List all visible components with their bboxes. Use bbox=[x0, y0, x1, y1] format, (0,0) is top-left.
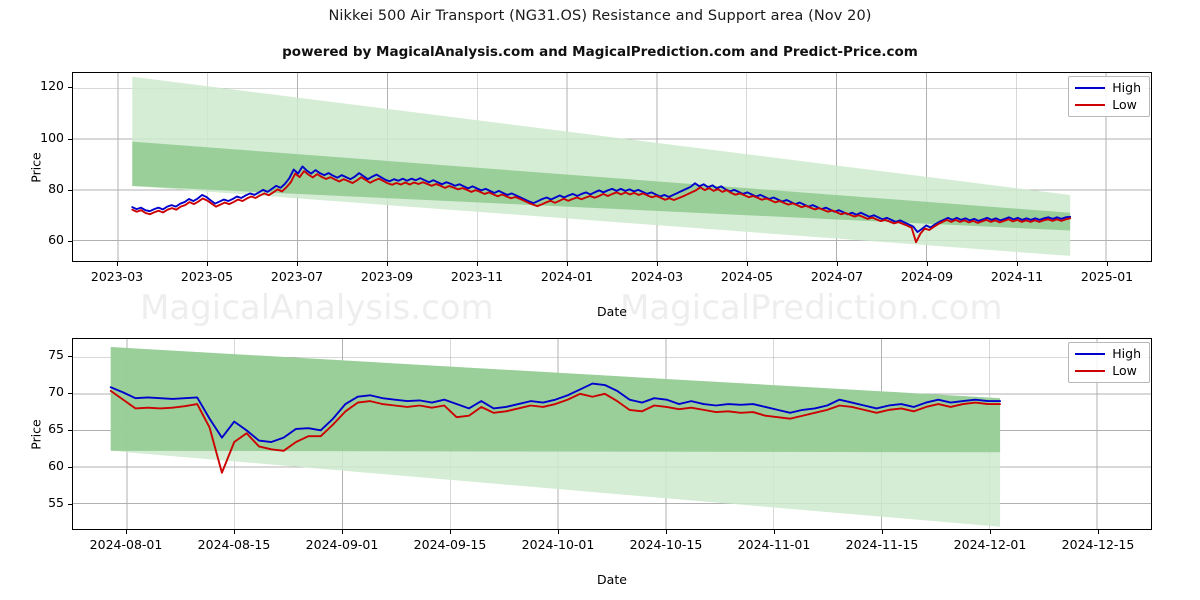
y-tick-label: 60 bbox=[48, 458, 64, 474]
x-tick-mark bbox=[234, 530, 235, 534]
chart-figure: Nikkei 500 Air Transport (NG31.OS) Resis… bbox=[0, 0, 1200, 600]
recent-plot-svg bbox=[73, 339, 1151, 529]
overview-plot-area bbox=[72, 72, 1152, 262]
recent-x-axis-label: Date bbox=[597, 572, 627, 587]
y-tick-label: 55 bbox=[48, 495, 64, 511]
overview-legend: High Low bbox=[1068, 76, 1150, 117]
y-tick-mark bbox=[68, 467, 72, 469]
legend-swatch-low bbox=[1075, 103, 1106, 106]
x-tick-mark bbox=[657, 262, 658, 266]
y-tick-mark bbox=[68, 138, 72, 140]
recent-plot-area bbox=[72, 338, 1152, 530]
x-tick-label: 2024-10-15 bbox=[629, 537, 703, 552]
y-tick-mark bbox=[68, 190, 72, 192]
y-tick-label: 65 bbox=[48, 421, 64, 437]
overview-chart-panel: High Low bbox=[72, 72, 1152, 262]
y-tick-mark bbox=[68, 504, 72, 506]
y-tick-mark bbox=[68, 87, 72, 89]
y-tick-label: 100 bbox=[40, 129, 64, 145]
x-tick-mark bbox=[927, 262, 928, 266]
x-tick-label: 2024-08-01 bbox=[89, 537, 163, 552]
x-tick-mark bbox=[990, 530, 991, 534]
legend-item-high[interactable]: High bbox=[1075, 346, 1141, 361]
x-tick-mark bbox=[1098, 530, 1099, 534]
x-tick-mark bbox=[774, 530, 775, 534]
y-tick-mark bbox=[68, 241, 72, 243]
overview-plot-svg bbox=[73, 73, 1151, 261]
x-tick-mark bbox=[567, 262, 568, 266]
x-tick-mark bbox=[297, 262, 298, 266]
page-title: Nikkei 500 Air Transport (NG31.OS) Resis… bbox=[328, 8, 872, 24]
x-tick-label: 2024-11-15 bbox=[845, 537, 919, 552]
x-tick-label: 2024-08-15 bbox=[197, 537, 271, 552]
x-tick-label: 2024-09-01 bbox=[305, 537, 379, 552]
x-tick-mark bbox=[558, 530, 559, 534]
y-tick-label: 80 bbox=[48, 181, 64, 197]
x-tick-label: 2024-12-15 bbox=[1061, 537, 1135, 552]
recent-legend: High Low bbox=[1068, 342, 1150, 383]
watermark-text: MagicalAnalysis.com bbox=[140, 288, 494, 328]
x-tick-mark bbox=[126, 530, 127, 534]
legend-swatch-low bbox=[1075, 369, 1106, 372]
x-tick-mark bbox=[1017, 262, 1018, 266]
x-tick-mark bbox=[837, 262, 838, 266]
legend-swatch-high bbox=[1075, 353, 1106, 356]
x-tick-mark bbox=[747, 262, 748, 266]
x-tick-label: 2024-09 bbox=[900, 269, 954, 284]
x-tick-mark bbox=[387, 262, 388, 266]
recent-chart-panel: High Low bbox=[72, 338, 1152, 530]
page-subtitle: powered by MagicalAnalysis.com and Magic… bbox=[282, 44, 918, 60]
legend-label-high: High bbox=[1112, 80, 1141, 95]
x-tick-label: 2024-12-01 bbox=[953, 537, 1027, 552]
x-tick-label: 2023-05 bbox=[180, 269, 234, 284]
x-tick-label: 2025-01 bbox=[1080, 269, 1134, 284]
legend-label-low: Low bbox=[1112, 96, 1137, 112]
legend-item-high[interactable]: High bbox=[1075, 80, 1141, 95]
x-tick-label: 2023-03 bbox=[90, 269, 144, 284]
x-tick-mark bbox=[207, 262, 208, 266]
x-tick-label: 2024-11-01 bbox=[737, 537, 811, 552]
x-tick-mark bbox=[882, 530, 883, 534]
x-tick-label: 2024-03 bbox=[630, 269, 684, 284]
legend-swatch-high bbox=[1075, 87, 1106, 90]
x-tick-label: 2024-09-15 bbox=[413, 537, 487, 552]
y-tick-label: 120 bbox=[40, 78, 64, 94]
legend-label-low: Low bbox=[1112, 362, 1137, 378]
x-tick-label: 2024-11 bbox=[990, 269, 1044, 284]
x-tick-label: 2024-07 bbox=[810, 269, 864, 284]
x-tick-mark bbox=[477, 262, 478, 266]
x-tick-label: 2024-05 bbox=[720, 269, 774, 284]
legend-item-low[interactable]: Low bbox=[1075, 362, 1141, 378]
legend-item-low[interactable]: Low bbox=[1075, 96, 1141, 112]
x-tick-mark bbox=[117, 262, 118, 266]
y-tick-mark bbox=[68, 356, 72, 358]
x-tick-label: 2024-10-01 bbox=[521, 537, 595, 552]
x-tick-mark bbox=[666, 530, 667, 534]
y-tick-label: 70 bbox=[48, 384, 64, 400]
y-tick-label: 75 bbox=[48, 347, 64, 363]
y-tick-mark bbox=[68, 393, 72, 395]
y-tick-mark bbox=[68, 430, 72, 432]
x-tick-mark bbox=[342, 530, 343, 534]
y-tick-label: 60 bbox=[48, 232, 64, 248]
overview-x-axis-label: Date bbox=[597, 304, 627, 319]
x-tick-mark bbox=[450, 530, 451, 534]
x-tick-label: 2023-07 bbox=[270, 269, 324, 284]
x-tick-label: 2023-09 bbox=[360, 269, 414, 284]
x-tick-label: 2024-01 bbox=[540, 269, 594, 284]
legend-label-high: High bbox=[1112, 346, 1141, 361]
x-tick-label: 2023-11 bbox=[450, 269, 504, 284]
x-tick-mark bbox=[1107, 262, 1108, 266]
